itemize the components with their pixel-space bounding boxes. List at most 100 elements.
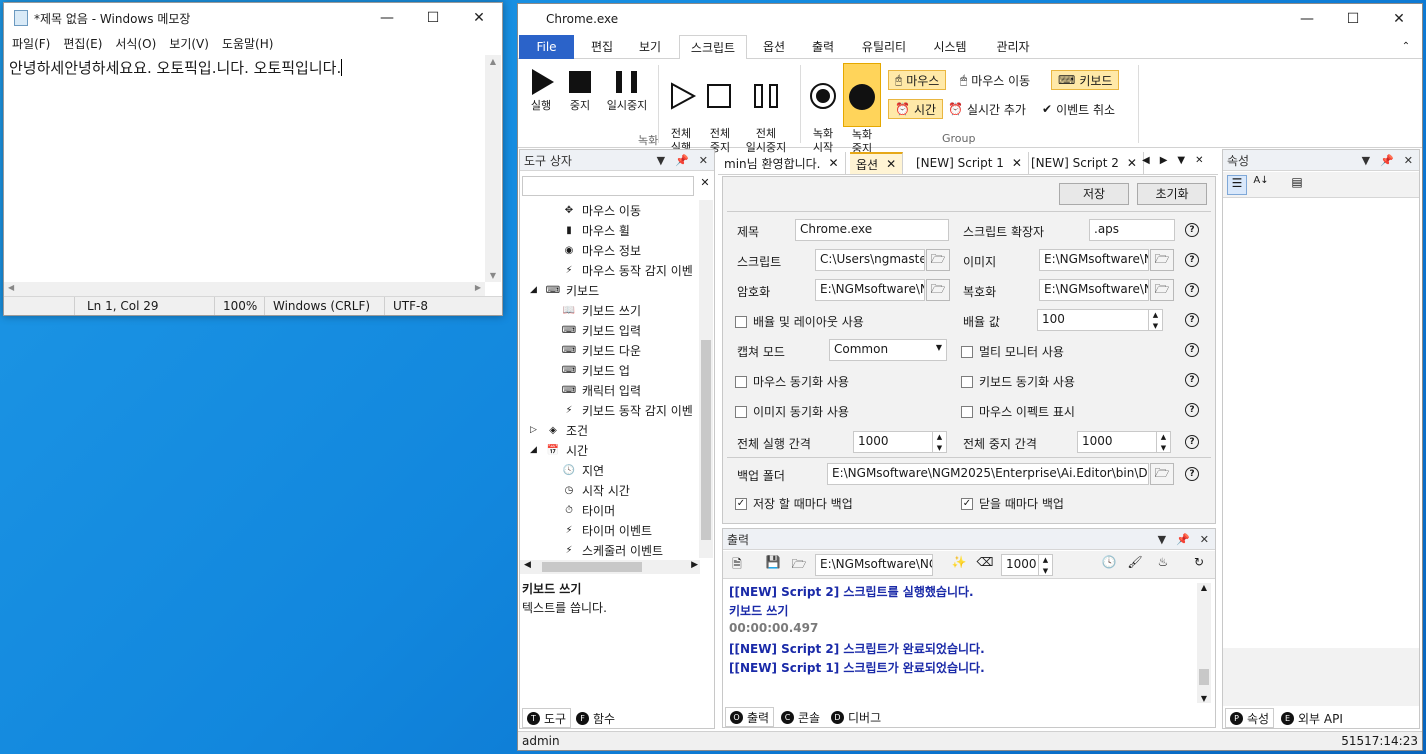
tab-edit[interactable]: 편집 [580,35,624,59]
image-sync-checkbox[interactable]: 이미지 동기화 사용 [735,403,849,420]
mouse-effect-checkbox[interactable]: 마우스 이펙트 표시 [961,403,1075,420]
dropdown-icon[interactable]: ▼ [657,154,665,167]
output-path-input[interactable]: E:\NGMsoftware\NG [815,554,933,576]
tab-file[interactable]: File [519,35,574,59]
maximize-button[interactable]: ☐ [410,3,456,33]
refresh-icon[interactable]: ↻ [1189,555,1209,575]
paint-bucket-icon[interactable]: ♨ [1153,555,1173,575]
tab-functions[interactable]: F 함수 [572,708,619,728]
mouse-toggle[interactable]: 🖰 마우스 [888,70,947,90]
mouse-sync-checkbox[interactable]: 마우스 동기화 사용 [735,373,849,390]
close-icon[interactable]: ✕ [886,157,896,171]
tree-item[interactable]: ⚡ 타이머 이벤트 [562,520,652,540]
folder-icon[interactable]: 🗁 [926,249,950,271]
save-button[interactable]: 저장 [1059,183,1129,205]
tab-script1[interactable]: [NEW] Script 1 ✕ [910,152,1029,174]
decrypt-path-input[interactable]: E:\NGMsoftware\NG [1039,279,1149,301]
close-icon[interactable]: ✕ [1195,155,1203,166]
help-icon[interactable]: ? [1185,283,1199,297]
close-icon[interactable]: ✕ [1127,156,1137,170]
pin-icon[interactable]: 📌 [1176,533,1190,546]
menu-format[interactable]: 서식(O) [110,35,161,52]
dropdown-icon[interactable]: ▼ [1158,533,1166,546]
scroll-down-icon[interactable]: ▼ [485,271,501,280]
backup-on-close-checkbox[interactable]: ✓ 닫을 때마다 백업 [961,495,1064,512]
minimize-button[interactable]: — [1284,4,1330,34]
tab-next-icon[interactable]: ▶ [1160,155,1168,166]
tree-vscrollbar[interactable] [699,200,713,558]
app-titlebar[interactable]: Chrome.exe — ☐ ✕ [518,4,1422,34]
tree-item[interactable]: ▮ 마우스 휠 [562,220,630,240]
tree-item[interactable]: ⌨ 캐릭터 입력 [562,380,641,400]
tree-item[interactable]: ⚡ 마우스 동작 감지 이벤 [562,260,692,280]
time-toggle[interactable]: ⏰ 시간 [888,99,944,119]
output-vscrollbar[interactable]: ▲ ▼ [1197,583,1211,703]
help-icon[interactable]: ? [1185,223,1199,237]
tree-item[interactable]: ⌨ 키보드 업 [562,360,630,380]
scroll-right-icon[interactable]: ▶ [691,560,698,570]
tab-script[interactable]: 스크립트 [679,35,747,60]
tree-item[interactable]: ◷ 시작 시간 [562,480,630,500]
encrypt-path-input[interactable]: E:\NGMsoftware\NG [815,279,925,301]
tree-hscrollbar[interactable]: ◀ ▶ [520,560,700,574]
record-stop-button[interactable]: 녹화 중지 [843,63,881,155]
stop-button[interactable]: 중지 [565,67,595,113]
tab-debug[interactable]: D 디버그 [827,707,885,727]
scroll-up-icon[interactable]: ▲ [485,57,501,66]
horizontal-scrollbar[interactable]: ◀ ▶ [4,282,485,296]
backup-folder-input[interactable]: E:\NGMsoftware\NGM2025\Enterprise\Ai.Edi… [827,463,1149,485]
capture-mode-select[interactable]: Common ▼ [829,339,947,361]
new-document-icon[interactable]: 🗎 [727,555,747,575]
tree-item[interactable]: ▷ ◈ 조건 [530,420,588,440]
scale-spinner[interactable]: ▲ ▼ [1148,309,1162,331]
tree-item[interactable]: ⌨ 키보드 입력 [562,320,641,340]
close-button[interactable]: ✕ [1376,4,1422,34]
tab-admin[interactable]: 관리자 [985,35,1041,59]
folder-icon[interactable]: 🗁 [1150,463,1174,485]
eraser-icon[interactable]: ⌫ [975,555,995,575]
minimize-button[interactable]: — [364,3,410,33]
tab-options[interactable]: 옵션 [754,35,794,59]
folder-icon[interactable]: 🗁 [789,555,809,575]
scroll-left-icon[interactable]: ◀ [524,560,531,570]
keyboard-sync-checkbox[interactable]: 키보드 동기화 사용 [961,373,1075,390]
folder-icon[interactable]: 🗁 [1150,279,1174,301]
realtime-add-toggle[interactable]: ⏰ 실시간 추가 [942,99,1032,119]
tab-options-doc[interactable]: 옵션 ✕ [850,152,904,174]
scroll-up-icon[interactable]: ▲ [1197,583,1211,592]
categorized-icon[interactable]: ☰ [1227,175,1247,195]
scale-input[interactable]: 100 [1037,309,1163,331]
folder-icon[interactable]: 🗁 [926,279,950,301]
menu-view[interactable]: 보기(V) [164,35,214,52]
close-button[interactable]: ✕ [456,3,502,33]
help-icon[interactable]: ? [1185,343,1199,357]
folder-icon[interactable]: 🗁 [1150,249,1174,271]
tree-item[interactable]: 📖 키보드 쓰기 [562,300,641,320]
script-path-input[interactable]: C:\Users\ngmaster\ [815,249,925,271]
tab-output[interactable]: 출력 [803,35,843,59]
help-icon[interactable]: ? [1185,373,1199,387]
tab-output-bottom[interactable]: O 출력 [725,707,775,727]
clear-search-icon[interactable]: ✕ [696,176,714,196]
tab-console[interactable]: C 콘솔 [777,707,824,727]
maximize-button[interactable]: ☐ [1330,4,1376,34]
tab-tools[interactable]: T 도구 [522,708,572,728]
property-pages-icon[interactable]: ▤ [1287,175,1307,195]
eraser-brush-icon[interactable]: ✨ [949,555,969,575]
tab-external-api[interactable]: E 외부 API [1277,708,1347,728]
keyboard-toggle[interactable]: ⌨ 키보드 [1051,70,1120,90]
save-icon[interactable]: 💾 [763,555,783,575]
tree-item[interactable]: ◉ 마우스 정보 [562,240,641,260]
toolbox-search-input[interactable] [522,176,694,196]
expanded-arrow-icon[interactable]: ◢ [530,445,542,455]
scale-layout-checkbox[interactable]: 배율 및 레이아웃 사용 [735,313,864,330]
help-icon[interactable]: ? [1185,435,1199,449]
tab-script2[interactable]: [NEW] Script 2 ✕ [1025,152,1144,174]
all-run-spinner[interactable]: ▲ ▼ [932,431,946,453]
pause-button[interactable]: 일시중지 [602,67,652,113]
vertical-scrollbar[interactable]: ▲ ▼ [485,55,501,282]
run-button[interactable]: 실행 [526,67,556,113]
clock-icon[interactable]: 🕓 [1099,555,1119,575]
tree-item[interactable]: ✥ 마우스 이동 [562,200,641,220]
expanded-arrow-icon[interactable]: ◢ [530,285,542,295]
